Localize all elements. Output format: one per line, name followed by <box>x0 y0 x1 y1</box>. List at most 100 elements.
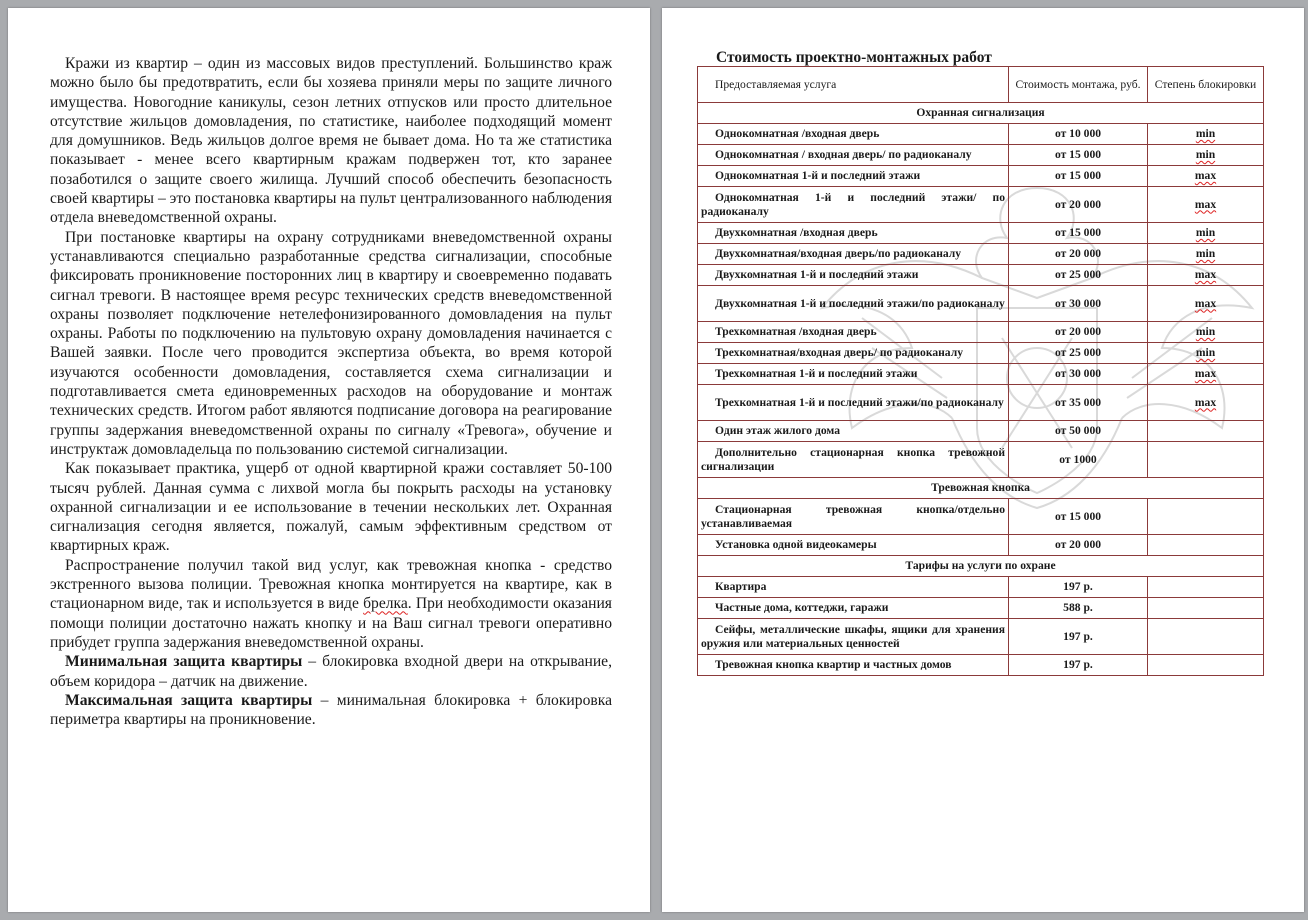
level-cell: max <box>1147 186 1264 223</box>
table-row: Сейфы, металлические шкафы, ящики для хр… <box>697 618 1264 655</box>
cost-cell: от 15 000 <box>1008 144 1148 166</box>
level-text: max <box>1194 395 1217 409</box>
level-cell: min <box>1147 243 1264 265</box>
service-cell: Частные дома, коттеджи, гаражи <box>697 597 1009 619</box>
level-cell <box>1147 420 1264 442</box>
service-text: Трехкомнатная/входная дверь/ по радиокан… <box>715 346 963 359</box>
paragraph: Распространение получил такой вид услуг,… <box>50 556 612 652</box>
header-level: Степень блокировки <box>1147 66 1264 103</box>
service-text: Двухкомнатная 1-й и последний этажи/по р… <box>715 296 1005 310</box>
level-cell <box>1147 576 1264 598</box>
service-cell: Однокомнатная / входная дверь/ по радиок… <box>697 144 1009 166</box>
level-cell: max <box>1147 363 1264 385</box>
level-text: min <box>1195 127 1216 140</box>
service-cell: Двухкомнатная 1-й и последний этажи/по р… <box>697 285 1009 322</box>
paragraph: Кражи из квартир – один из массовых видо… <box>50 55 612 227</box>
section-row: Охранная сигнализация <box>697 102 1264 124</box>
cost-cell: от 35 000 <box>1008 384 1148 421</box>
service-cell: Дополнительно стационарная кнопка тревож… <box>697 441 1009 478</box>
paragraph: При постановке квартиры на охрану сотруд… <box>50 228 612 458</box>
cost-cell: 197 р. <box>1008 576 1148 598</box>
level-cell <box>1147 618 1264 655</box>
service-text: Однокомнатная / входная дверь/ по радиок… <box>715 148 972 161</box>
paragraph: Как показывает практика, ущерб от одной … <box>50 460 612 555</box>
service-text: Двухкомнатная/входная дверь/по радиокана… <box>715 247 962 260</box>
table-row: Один этаж жилого дома от 50 000 <box>697 420 1264 442</box>
table-title: Стоимость проектно-монтажных работ <box>716 49 992 66</box>
level-cell <box>1147 534 1264 556</box>
level-text: max <box>1194 367 1217 380</box>
section-row: Тарифы на услуги по охране <box>697 555 1264 577</box>
level-text: max <box>1194 268 1217 281</box>
level-cell: min <box>1147 321 1264 343</box>
service-text: Двухкомнатная 1-й и последний этажи <box>715 268 919 281</box>
table-row: Трехкомнатная /входная дверь от 20 000 min <box>697 321 1264 343</box>
cost-cell: от 10 000 <box>1008 123 1148 145</box>
section-row: Тревожная кнопка <box>697 477 1264 499</box>
cost-cell: от 30 000 <box>1008 363 1148 385</box>
service-cell: Трехкомнатная /входная дверь <box>697 321 1009 343</box>
document-page-right: Стоимость проектно-монтажных работ Предо… <box>662 8 1304 912</box>
body-text: Кражи из квартир – один из массовых видо… <box>50 54 612 729</box>
cost-cell: от 20 000 <box>1008 243 1148 265</box>
paragraph: Максимальная защита квартиры – минимальн… <box>50 691 612 730</box>
service-cell: Трехкомнатная/входная дверь/ по радиокан… <box>697 342 1009 364</box>
table-header-row: Предоставляемая услуга Стоимость монтажа… <box>697 66 1264 103</box>
level-cell: max <box>1147 165 1264 187</box>
service-text: Квартира <box>715 580 767 593</box>
cost-cell: 197 р. <box>1008 654 1148 676</box>
service-cell: Трехкомнатная 1-й и последний этажи/по р… <box>697 384 1009 421</box>
service-text: Однокомнатная 1-й и последний этажи/ по … <box>701 190 1005 218</box>
cost-cell: от 20 000 <box>1008 186 1148 223</box>
cost-cell: 588 р. <box>1008 597 1148 619</box>
table-row: Установка одной видеокамеры от 20 000 <box>697 534 1264 556</box>
level-cell: max <box>1147 384 1264 421</box>
service-cell: Трехкомнатная 1-й и последний этажи <box>697 363 1009 385</box>
cost-cell: от 25 000 <box>1008 342 1148 364</box>
service-cell: Однокомнатная 1-й и последний этажи/ по … <box>697 186 1009 223</box>
service-cell: Сейфы, металлические шкафы, ящики для хр… <box>697 618 1009 655</box>
header-service: Предоставляемая услуга <box>697 66 1009 103</box>
cost-cell: от 1000 <box>1008 441 1148 478</box>
level-cell <box>1147 498 1264 535</box>
service-text: Трехкомнатная 1-й и последний этажи/по р… <box>715 395 1004 409</box>
level-cell: min <box>1147 144 1264 166</box>
service-cell: Двухкомнатная 1-й и последний этажи <box>697 264 1009 286</box>
cost-cell: от 20 000 <box>1008 534 1148 556</box>
cost-cell: от 15 000 <box>1008 498 1148 535</box>
cost-cell: от 25 000 <box>1008 264 1148 286</box>
level-cell <box>1147 597 1264 619</box>
level-text: min <box>1195 325 1216 338</box>
section-title: Охранная сигнализация <box>697 102 1264 124</box>
level-text: min <box>1195 226 1216 239</box>
cost-cell: от 50 000 <box>1008 420 1148 442</box>
table-row: Дополнительно стационарная кнопка тревож… <box>697 441 1264 478</box>
service-cell: Квартира <box>697 576 1009 598</box>
table-row: Однокомнатная 1-й и последний этажи от 15… <box>697 165 1264 187</box>
service-text: Дополнительно стационарная кнопка тревож… <box>701 445 1005 473</box>
service-text: Трехкомнатная 1-й и последний этажи <box>715 367 918 380</box>
section-title: Тревожная кнопка <box>697 477 1264 499</box>
service-text: Двухкомнатная /входная дверь <box>715 226 878 239</box>
level-text: min <box>1195 346 1216 359</box>
table-row: Двухкомнатная 1-й и последний этажи от 25… <box>697 264 1264 286</box>
level-text: max <box>1194 169 1217 182</box>
table-row: Однокомнатная /входная дверь от 10 000 min <box>697 123 1264 145</box>
bold-term: Минимальная защита квартиры <box>65 653 303 671</box>
price-table-body: Охранная сигнализация Однокомнатная /вход… <box>697 102 1264 676</box>
service-cell: Один этаж жилого дома <box>697 420 1009 442</box>
bold-term: Максимальная защита квартиры <box>65 691 313 709</box>
misspelled-word: брелка <box>363 595 408 613</box>
level-cell: min <box>1147 123 1264 145</box>
level-cell <box>1147 654 1264 676</box>
service-text: Стационарная тревожная кнопка/отдельно у… <box>701 502 1005 530</box>
service-cell: Установка одной видеокамеры <box>697 534 1009 556</box>
cost-cell: 197 р. <box>1008 618 1148 655</box>
table-row: Двухкомнатная/входная дверь/по радиокана… <box>697 243 1264 265</box>
service-text: Один этаж жилого дома <box>715 424 841 437</box>
service-cell: Тревожная кнопка квартир и частных домов <box>697 654 1009 676</box>
cost-cell: от 20 000 <box>1008 321 1148 343</box>
table-row: Двухкомнатная /входная дверь от 15 000 min <box>697 222 1264 244</box>
table-row: Стационарная тревожная кнопка/отдельно у… <box>697 498 1264 535</box>
table-row: Трехкомнатная 1-й и последний этажи/по р… <box>697 384 1264 421</box>
